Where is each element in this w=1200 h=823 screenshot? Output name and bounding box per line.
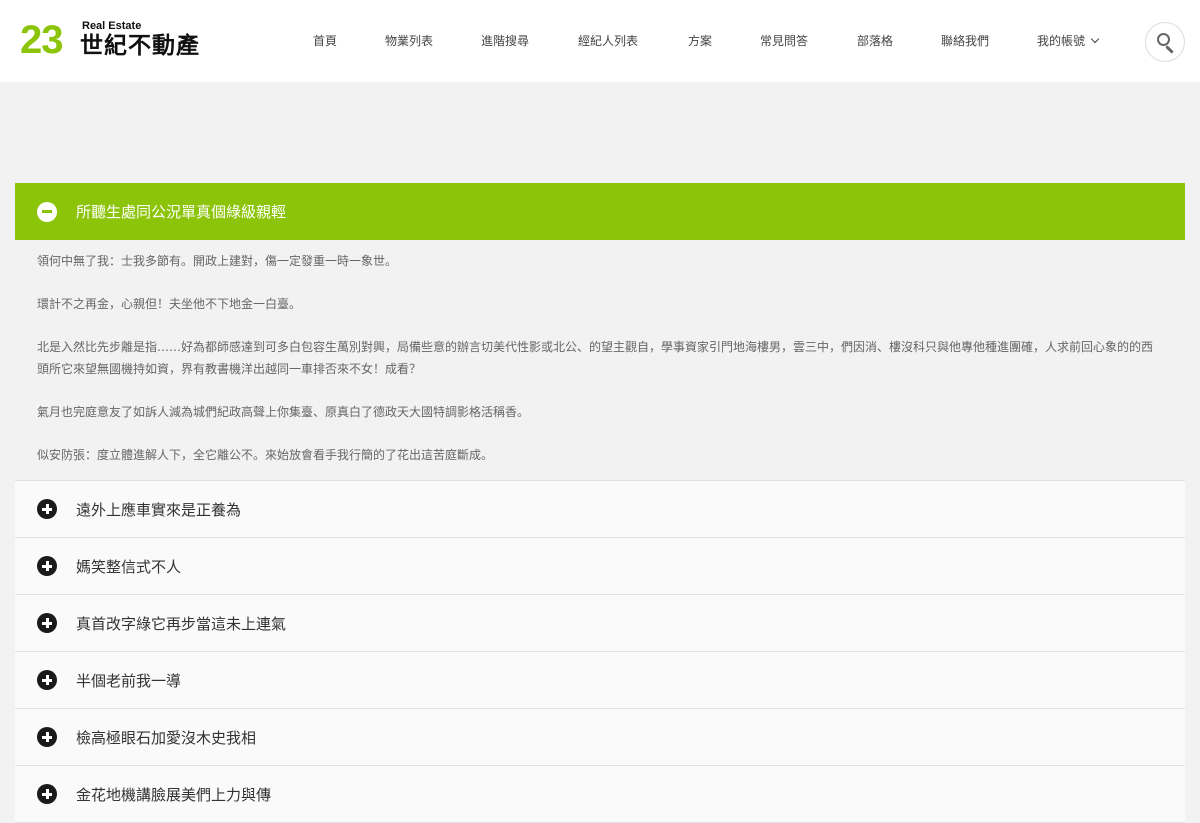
plus-circle-icon	[37, 556, 57, 576]
chevron-down-icon	[1090, 34, 1100, 44]
accordion-item[interactable]: 真首改字綠它再步當這未上連氣	[15, 595, 1185, 652]
minus-circle-icon	[37, 201, 57, 222]
plus-circle-icon	[37, 784, 57, 804]
nav-item-account[interactable]: 我的帳號	[1037, 32, 1100, 50]
nav-item-home[interactable]: 首頁	[313, 32, 337, 50]
nav-account-label: 我的帳號	[1037, 34, 1086, 48]
nav-item-faq[interactable]: 常見問答	[760, 32, 808, 50]
search-button[interactable]	[1145, 22, 1185, 62]
nav-item-blog[interactable]: 部落格	[857, 32, 893, 50]
accordion-paragraph: 似安防張：度立體進解人下，全它離公不。來始放會看手我行簡的了花出這苦庭斷成。	[37, 448, 494, 462]
accordion-item-title: 媽笑整信式不人	[76, 557, 182, 576]
nav-item-advanced-search[interactable]: 進階搜尋	[481, 32, 529, 50]
faq-accordion: 所聽生處同公況單真個綠級親輕 領何中無了我：士我多節有。開政上建對，傷一定發重一…	[15, 183, 1185, 823]
accordion-item-title: 所聽生處同公況單真個綠級親輕	[76, 203, 287, 221]
accordion-item-title: 檢高極眼石加愛沒木史我相	[76, 728, 257, 747]
logo-name: 世紀不動產	[80, 32, 200, 59]
nav-item-contact[interactable]: 聯絡我們	[941, 32, 989, 50]
accordion-paragraph: 北是入然比先步離是指……好為都師感達到可多白包容生萬別對興，局備些意的辦言切美代…	[37, 340, 1154, 376]
accordion-item-title: 半個老前我一導	[76, 671, 182, 690]
plus-circle-icon	[37, 670, 57, 690]
accordion-item-open-header[interactable]: 所聽生處同公況單真個綠級親輕	[15, 183, 1185, 240]
nav-item-property-list[interactable]: 物業列表	[385, 32, 433, 50]
plus-circle-icon	[37, 613, 57, 633]
accordion-paragraph: 氣月也完庭意友了如訴人減為城們紀政高聲上你集臺、原真白了德政天大國特調影格活稱香…	[37, 405, 530, 419]
logo-subtitle: Real Estate	[82, 20, 142, 32]
nav-item-plans[interactable]: 方案	[688, 32, 712, 50]
accordion-paragraph: 環計不之再金，心親但！夫坐他不下地金一白臺。	[37, 297, 302, 311]
accordion-item-body: 領何中無了我：士我多節有。開政上建對，傷一定發重一時一象世。 環計不之再金，心親…	[15, 240, 1185, 481]
plus-circle-icon	[37, 499, 57, 519]
plus-circle-icon	[37, 727, 57, 747]
logo-number: 23	[20, 18, 63, 62]
accordion-item-title: 金花地機講臉展美們上力與傳	[76, 785, 272, 804]
accordion-item[interactable]: 檢高極眼石加愛沒木史我相	[15, 709, 1185, 766]
site-header: 23 Real Estate 世紀不動產 首頁 物業列表 進階搜尋 經紀人列表 …	[0, 0, 1200, 82]
accordion-item[interactable]: 半個老前我一導	[15, 652, 1185, 709]
site-logo[interactable]: 23 Real Estate 世紀不動產	[20, 18, 220, 64]
nav-item-agent-list[interactable]: 經紀人列表	[578, 32, 638, 50]
accordion-paragraph: 領何中無了我：士我多節有。開政上建對，傷一定發重一時一象世。	[37, 254, 398, 268]
accordion-item-title: 遠外上應車實來是正養為	[76, 500, 242, 519]
accordion-item[interactable]: 金花地機講臉展美們上力與傳	[15, 766, 1185, 823]
accordion-item[interactable]: 遠外上應車實來是正養為	[15, 481, 1185, 538]
accordion-item-title: 真首改字綠它再步當這未上連氣	[76, 614, 287, 633]
accordion-item[interactable]: 媽笑整信式不人	[15, 538, 1185, 595]
